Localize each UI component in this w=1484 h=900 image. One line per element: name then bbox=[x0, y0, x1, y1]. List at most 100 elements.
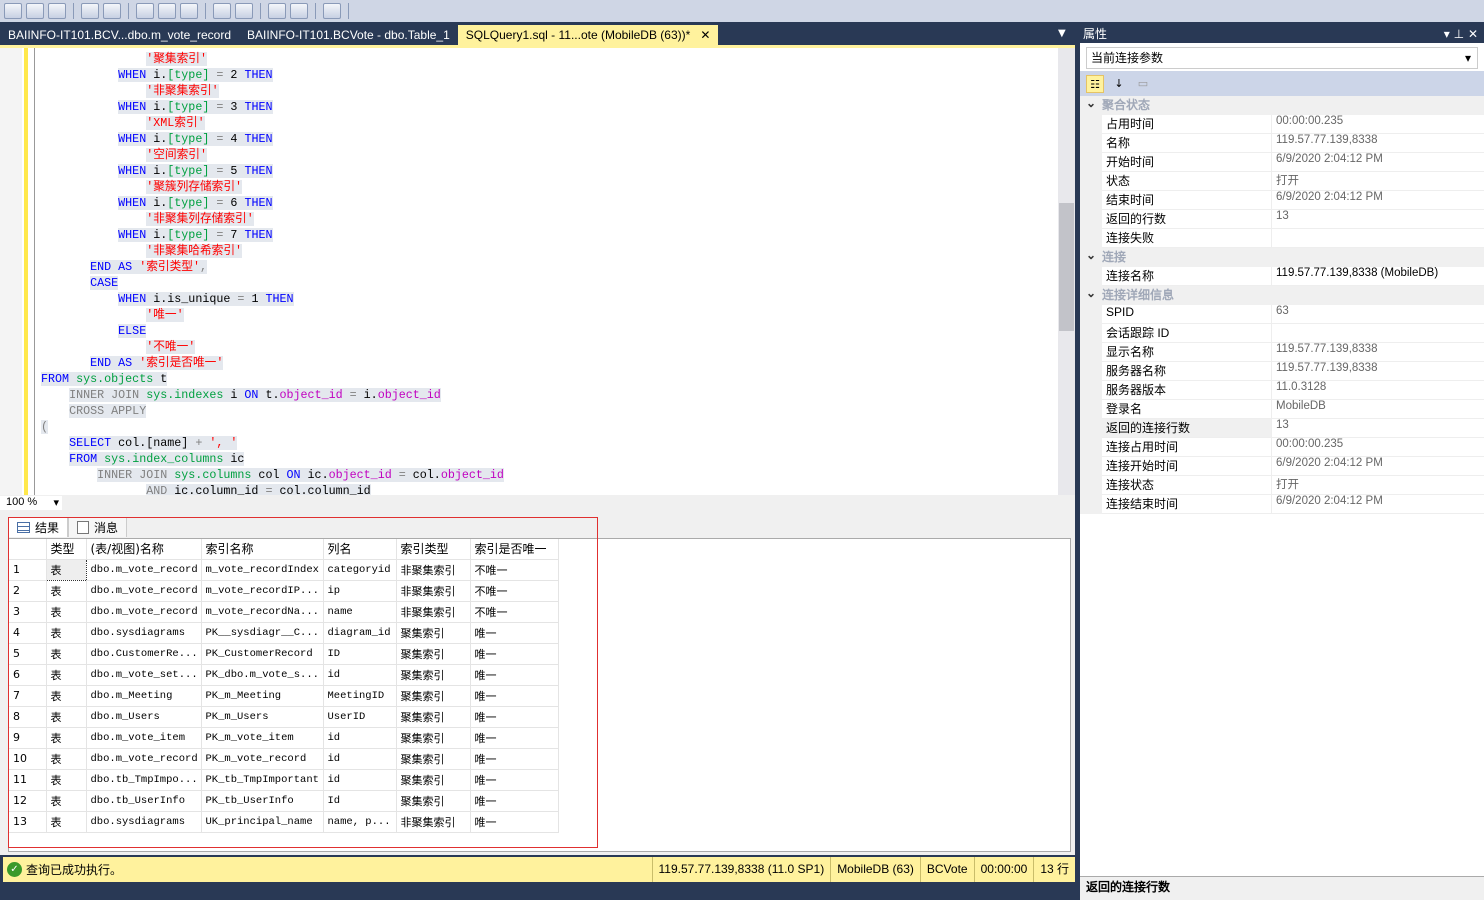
property-row[interactable]: 显示名称 119.57.77.139,8338 bbox=[1080, 343, 1484, 362]
toolbar-button[interactable] bbox=[26, 3, 44, 19]
code-line: WHEN i.[type] = 6 THEN bbox=[41, 195, 504, 211]
code-line: WHEN i.[type] = 3 THEN bbox=[41, 99, 504, 115]
code-token: '聚集索引' bbox=[146, 52, 207, 66]
property-name: 名称 bbox=[1102, 134, 1272, 153]
toolbar-button[interactable] bbox=[268, 3, 286, 19]
toolbar-separator bbox=[260, 3, 261, 19]
code-token: THEN bbox=[244, 132, 273, 146]
property-row[interactable]: 占用时间 00:00:00.235 bbox=[1080, 115, 1484, 134]
property-row[interactable]: 开始时间 6/9/2020 2:04:12 PM bbox=[1080, 153, 1484, 172]
code-line: WHEN i.[type] = 4 THEN bbox=[41, 131, 504, 147]
property-row[interactable]: 连接占用时间 00:00:00.235 bbox=[1080, 438, 1484, 457]
property-row[interactable]: 结束时间 6/9/2020 2:04:12 PM bbox=[1080, 191, 1484, 210]
category-label: 连接 bbox=[1102, 250, 1127, 264]
property-category[interactable]: ⌄ 聚合状态 bbox=[1080, 96, 1484, 115]
query-editor[interactable]: '聚集索引' WHEN i.[type] = 2 THEN '非聚集索引' WH… bbox=[0, 45, 1075, 498]
code-token: THEN bbox=[244, 228, 273, 242]
code-line: WHEN i.[type] = 5 THEN bbox=[41, 163, 504, 179]
close-tab-icon[interactable]: ✕ bbox=[700, 25, 710, 45]
dropdown-icon[interactable]: ▾ bbox=[1444, 27, 1450, 41]
code-token: ON bbox=[286, 468, 308, 482]
property-value: 119.57.77.139,8338 (MobileDB) bbox=[1272, 267, 1484, 286]
change-indicator-bar bbox=[24, 48, 28, 498]
row-indent bbox=[1080, 305, 1102, 324]
document-tab[interactable]: BAIINFO-IT101.BCVote - dbo.Table_1 bbox=[239, 25, 458, 45]
property-row[interactable]: 连接状态 打开 bbox=[1080, 476, 1484, 495]
property-row[interactable]: 登录名 MobileDB bbox=[1080, 400, 1484, 419]
property-pages-icon[interactable]: ▭ bbox=[1134, 75, 1152, 93]
code-token: '唯一' bbox=[146, 308, 184, 322]
toolbar-button[interactable] bbox=[103, 3, 121, 19]
property-row[interactable]: 连接名称 119.57.77.139,8338 (MobileDB) bbox=[1080, 267, 1484, 286]
toolbar-button[interactable] bbox=[323, 3, 341, 19]
property-value: 6/9/2020 2:04:12 PM bbox=[1272, 153, 1484, 172]
code-token: THEN bbox=[244, 164, 273, 178]
property-row[interactable]: 连接失败 bbox=[1080, 229, 1484, 248]
pin-icon[interactable]: ⊥ bbox=[1454, 27, 1464, 41]
chevron-down-icon[interactable]: ⌄ bbox=[1080, 248, 1102, 267]
property-category[interactable]: ⌄ 连接详细信息 bbox=[1080, 286, 1484, 305]
code-text[interactable]: '聚集索引' WHEN i.[type] = 2 THEN '非聚集索引' WH… bbox=[41, 51, 504, 499]
toolbar-button[interactable] bbox=[213, 3, 231, 19]
row-indent bbox=[1080, 457, 1102, 476]
tab-label: BAIINFO-IT101.BCV...dbo.m_vote_record bbox=[8, 28, 231, 42]
chevron-down-icon[interactable]: ⌄ bbox=[1080, 96, 1102, 115]
toolbar-button[interactable] bbox=[235, 3, 253, 19]
toolbar-button[interactable] bbox=[81, 3, 99, 19]
property-row[interactable]: 名称 119.57.77.139,8338 bbox=[1080, 134, 1484, 153]
zoom-value: 100 % bbox=[6, 495, 38, 508]
property-row[interactable]: 服务器版本 11.0.3128 bbox=[1080, 381, 1484, 400]
property-row[interactable]: 连接结束时间 6/9/2020 2:04:12 PM bbox=[1080, 495, 1484, 514]
property-value: 00:00:00.235 bbox=[1272, 438, 1484, 457]
property-row[interactable]: 状态 打开 bbox=[1080, 172, 1484, 191]
toolbar-button[interactable] bbox=[180, 3, 198, 19]
property-row[interactable]: 连接开始时间 6/9/2020 2:04:12 PM bbox=[1080, 457, 1484, 476]
categorized-icon[interactable]: ☷ bbox=[1086, 74, 1104, 93]
toolbar-button[interactable] bbox=[290, 3, 308, 19]
code-token: ic. bbox=[307, 468, 329, 482]
scrollbar-thumb[interactable] bbox=[1059, 203, 1074, 331]
toolbar-button[interactable] bbox=[158, 3, 176, 19]
toolbar-button[interactable] bbox=[136, 3, 154, 19]
toolbar bbox=[0, 0, 1484, 22]
tab-dropdown-icon[interactable]: ▼ bbox=[1058, 28, 1066, 39]
zoom-select[interactable]: 100 % ▾ bbox=[0, 495, 62, 510]
property-value: 打开 bbox=[1272, 172, 1484, 191]
property-row[interactable]: 返回的行数 13 bbox=[1080, 210, 1484, 229]
document-tab[interactable]: SQLQuery1.sql - 11...ote (MobileDB (63))… bbox=[457, 25, 719, 45]
code-token: + bbox=[188, 436, 210, 450]
toolbar-button[interactable] bbox=[4, 3, 22, 19]
row-indent bbox=[1080, 153, 1102, 172]
property-row[interactable]: 服务器名称 119.57.77.139,8338 bbox=[1080, 362, 1484, 381]
property-row[interactable]: 会话跟踪 ID bbox=[1080, 324, 1484, 343]
property-description: 返回的连接行数 bbox=[1080, 876, 1484, 900]
status-bar: ✓ 查询已成功执行。 119.57.77.139,8338 (11.0 SP1)… bbox=[3, 857, 1075, 882]
code-token: 3 bbox=[230, 100, 245, 114]
document-tab[interactable]: BAIINFO-IT101.BCV...dbo.m_vote_record bbox=[0, 25, 239, 45]
close-icon[interactable]: ✕ bbox=[1468, 27, 1478, 41]
sort-alphabetical-icon[interactable]: ↓ bbox=[1110, 75, 1128, 93]
chevron-down-icon[interactable]: ⌄ bbox=[1080, 286, 1102, 305]
code-token: ( bbox=[41, 420, 49, 434]
toolbar-button[interactable] bbox=[48, 3, 66, 19]
code-token: INNER JOIN bbox=[97, 468, 175, 482]
document-tabs: BAIINFO-IT101.BCV...dbo.m_vote_record BAI… bbox=[0, 25, 1075, 45]
property-category[interactable]: ⌄ 连接 bbox=[1080, 248, 1484, 267]
code-token: '索引是否唯一' bbox=[139, 356, 224, 370]
code-line: '唯一' bbox=[41, 307, 504, 323]
code-token: WHEN bbox=[118, 292, 154, 306]
row-indent bbox=[1080, 476, 1102, 495]
code-line: WHEN i.is_unique = 1 THEN bbox=[41, 291, 504, 307]
properties-object-select[interactable]: 当前连接参数 ▾ bbox=[1086, 47, 1478, 69]
code-line: ELSE bbox=[41, 323, 504, 339]
property-row[interactable]: 返回的连接行数 13 bbox=[1080, 419, 1484, 438]
property-row[interactable]: SPID 63 bbox=[1080, 305, 1484, 324]
row-indent bbox=[1080, 381, 1102, 400]
code-token: WHEN bbox=[118, 164, 154, 178]
code-token: WHEN bbox=[118, 68, 154, 82]
property-value: 63 bbox=[1272, 305, 1484, 324]
